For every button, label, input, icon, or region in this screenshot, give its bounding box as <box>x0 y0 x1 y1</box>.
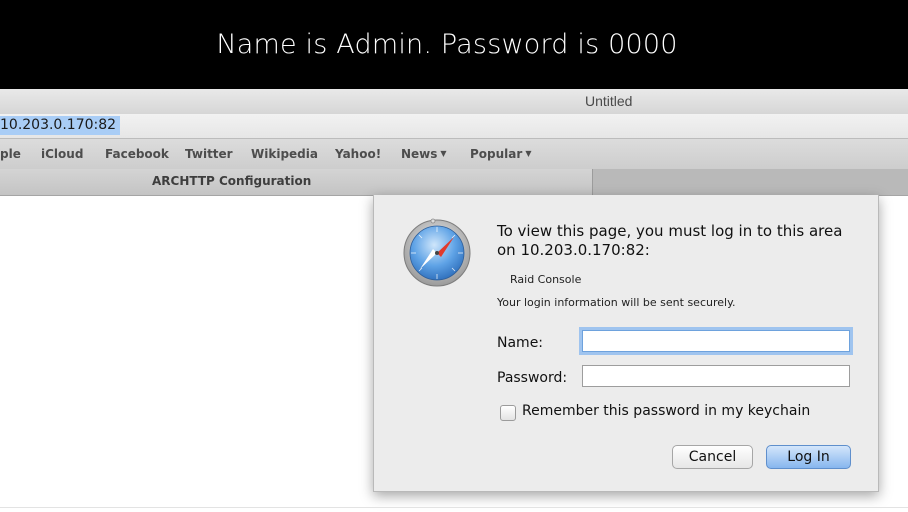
remember-label[interactable]: Remember this password in my keychain <box>522 403 810 419</box>
password-field[interactable] <box>582 365 850 387</box>
tab-archttp-configuration[interactable]: ARCHTTP Configuration <box>0 169 593 195</box>
instruction-banner: Name is Admin. Password is 0000 <box>0 0 908 89</box>
chevron-down-icon: ▼ <box>525 149 532 158</box>
window-titlebar: Untitled <box>0 89 908 115</box>
chevron-down-icon: ▼ <box>440 149 447 158</box>
auth-realm: Raid Console <box>510 273 582 286</box>
cancel-button[interactable]: Cancel <box>672 445 753 469</box>
bookmark-news-label: News <box>401 147 438 161</box>
url-field[interactable]: 10.203.0.170:82 <box>0 116 121 135</box>
address-bar: 10.203.0.170:82 <box>0 114 908 139</box>
name-field[interactable] <box>582 330 850 352</box>
bookmark-news[interactable]: News ▼ <box>401 147 447 161</box>
bookmark-popular-label: Popular <box>470 147 523 161</box>
tab-label: ARCHTTP Configuration <box>152 174 312 188</box>
auth-message: To view this page, you must log in to th… <box>497 222 843 259</box>
bookmark-wikipedia[interactable]: Wikipedia <box>251 147 318 161</box>
bookmarks-bar: ple iCloud Facebook Twitter Wikipedia Ya… <box>0 139 908 169</box>
bookmark-apple[interactable]: ple <box>0 147 21 161</box>
password-label: Password: <box>497 370 568 386</box>
remember-checkbox[interactable] <box>500 405 516 421</box>
bookmark-yahoo[interactable]: Yahoo! <box>335 147 381 161</box>
secure-note: Your login information will be sent secu… <box>497 296 736 309</box>
log-in-button[interactable]: Log In <box>766 445 851 469</box>
bookmark-icloud[interactable]: iCloud <box>41 147 83 161</box>
bookmark-twitter[interactable]: Twitter <box>185 147 233 161</box>
window-title: Untitled <box>585 93 633 109</box>
bookmark-facebook[interactable]: Facebook <box>105 147 169 161</box>
safari-compass-icon <box>403 218 471 287</box>
banner-text: Name is Admin. Password is 0000 <box>216 29 678 60</box>
bookmark-popular[interactable]: Popular ▼ <box>470 147 531 161</box>
auth-dialog: To view this page, you must log in to th… <box>373 195 879 492</box>
divider <box>0 507 908 508</box>
tab-strip: ARCHTTP Configuration <box>0 169 908 196</box>
name-label: Name: <box>497 335 544 351</box>
